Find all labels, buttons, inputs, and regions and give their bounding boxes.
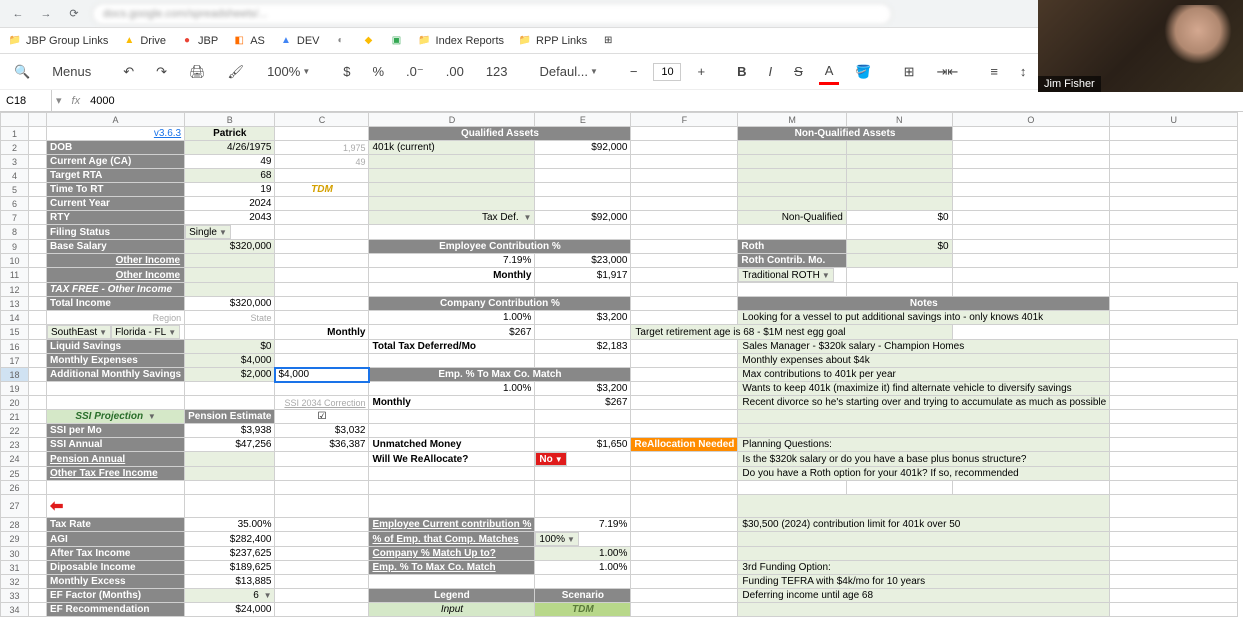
nqa-header: Non-Qualified Assets [738,127,952,141]
strike-button[interactable]: S [788,60,809,83]
menus-button[interactable]: Menus [46,60,97,83]
formula-bar: C18 ▾ fx 4000 [0,90,1243,112]
reload-button[interactable]: ⟳ [64,4,84,24]
fill-color-button[interactable]: 🪣 [849,60,877,84]
ams-cell[interactable]: $2,000 [185,368,275,382]
401k-label[interactable]: 401k (current) [369,141,535,155]
spreadsheet-grid[interactable]: ABCDEFMNOU 1v3.6.3PatrickQualified Asset… [0,112,1243,628]
bookmark-5[interactable]: ◐ [334,34,348,48]
selected-cell[interactable]: $4,000 [275,368,369,382]
note-row[interactable]: Looking for a vessel to put additional s… [738,311,1110,325]
notes-header: Notes [738,297,1110,311]
rta-cell[interactable]: 68 [185,169,275,183]
name-cell[interactable]: Patrick [185,127,275,141]
qa-header: Qualified Assets [369,127,631,141]
note-row[interactable]: Sales Manager - $320k salary - Champion … [738,340,1110,354]
age-cell[interactable]: 49 [185,155,275,169]
ssi-proj-select[interactable]: SSI Projection ▼ [47,410,185,424]
undo-button[interactable]: ↶ [117,60,140,84]
ef-select[interactable]: 6 ▼ [185,589,275,603]
ttr-cell[interactable]: 19 [185,183,275,197]
valign-button[interactable]: ↕ [1014,60,1033,83]
bookmark-7[interactable]: ▣ [390,34,404,48]
pecm-select[interactable]: 100% ▼ [535,532,579,546]
bookmark-10[interactable]: ⊞ [601,34,615,48]
roth-type-select[interactable]: Traditional ROTH ▼ [738,268,833,282]
col-F[interactable]: F [631,113,738,127]
total-income[interactable]: $320,000 [185,297,275,311]
col-O[interactable]: O [952,113,1110,127]
font-size-inc[interactable]: + [691,60,711,83]
col-U[interactable]: U [1110,113,1238,127]
bookmark-dev[interactable]: ▲DEV [279,34,320,48]
other-income-2[interactable]: Other Income [47,268,185,283]
cell-name-box[interactable]: C18 [0,90,52,111]
col-M[interactable]: M [738,113,846,127]
bookmark-jbp-group[interactable]: 📁JBP Group Links [8,34,108,48]
currency-button[interactable]: $ [337,60,356,83]
rty-cell[interactable]: 2043 [185,211,275,225]
print-button[interactable]: 🖨 [183,60,212,84]
reallocation-badge: ReAllocation Needed [631,438,738,452]
col-N[interactable]: N [846,113,952,127]
bookmark-6[interactable]: ◆ [362,34,376,48]
paint-format-button[interactable]: 🖌 [222,60,251,84]
col-A[interactable]: A [47,113,185,127]
col-B[interactable]: B [185,113,275,127]
year-cell[interactable]: 2024 [185,197,275,211]
text-color-button[interactable]: A [819,59,840,85]
ssi-checkbox[interactable]: ☑ [275,410,369,424]
back-button[interactable]: ← [8,4,28,24]
note-row[interactable]: Target retirement age is 68 - $1M nest e… [631,325,952,340]
note-row[interactable]: Wants to keep 401k (maximize it) find al… [738,382,1110,396]
note-row[interactable]: Recent divorce so he's starting over and… [738,396,1110,410]
taxdef-value[interactable]: $92,000 [535,211,631,225]
liquid-cell[interactable]: $0 [185,340,275,354]
percent-button[interactable]: % [366,60,390,83]
formula-value[interactable]: 4000 [86,95,118,107]
webcam-name-label: Jim Fisher [1038,76,1101,92]
halign-button[interactable]: ≡ [984,60,1004,83]
font-size-input[interactable] [653,63,681,81]
note-row[interactable]: Max contributions to 401k per year [738,368,1110,382]
nq-value[interactable]: $0 [846,211,952,225]
dec-increase-button[interactable]: .00 [440,60,470,83]
dob-cell[interactable]: 4/26/1975 [185,141,275,155]
forward-button[interactable]: → [36,4,56,24]
webcam-overlay: Jim Fisher [1038,0,1243,92]
region-select[interactable]: SouthEast▼ [47,325,111,339]
fx-icon: fx [66,95,87,107]
arrow-indicator: ⬅ [47,495,185,518]
version-link[interactable]: v3.6.3 [47,127,185,141]
col-D[interactable]: D [369,113,535,127]
zoom-select[interactable]: 100%▼ [260,61,317,82]
url-bar[interactable]: docs.google.com/spreadsheets/... [92,3,892,25]
merge-button[interactable]: ⇥⇤ [931,60,965,84]
bookmark-jbp[interactable]: ●JBP [180,34,218,48]
search-icon[interactable]: 🔍 [8,60,36,84]
col-C[interactable]: C [275,113,369,127]
borders-button[interactable]: ⊞ [898,60,921,84]
italic-button[interactable]: I [762,60,778,83]
bookmark-as[interactable]: ◧AS [232,34,265,48]
bookmark-rpp[interactable]: 📁RPP Links [518,34,587,48]
mexp-cell[interactable]: $4,000 [185,354,275,368]
filing-select[interactable]: Single▼ [185,225,231,239]
other-income-1[interactable]: Other Income [47,254,185,268]
note-row[interactable]: Monthly expenses about $4k [738,354,1110,368]
redo-button[interactable]: ↷ [150,60,173,84]
format-123-button[interactable]: 123 [480,60,514,83]
font-select[interactable]: Defaul...▼ [534,60,604,83]
dec-decrease-button[interactable]: .0⁻ [400,60,430,84]
bold-button[interactable]: B [731,60,752,83]
401k-value[interactable]: $92,000 [535,141,631,155]
reallocate-select[interactable]: No ▼ [535,452,566,466]
roth-value[interactable]: $0 [846,240,952,254]
col-E[interactable]: E [535,113,631,127]
font-size-dec[interactable]: − [624,60,644,83]
bookmark-index[interactable]: 📁Index Reports [418,34,504,48]
state-select[interactable]: Florida - FL▼ [111,325,180,339]
salary-cell[interactable]: $320,000 [185,240,275,254]
bookmark-drive[interactable]: ▲Drive [122,34,166,48]
